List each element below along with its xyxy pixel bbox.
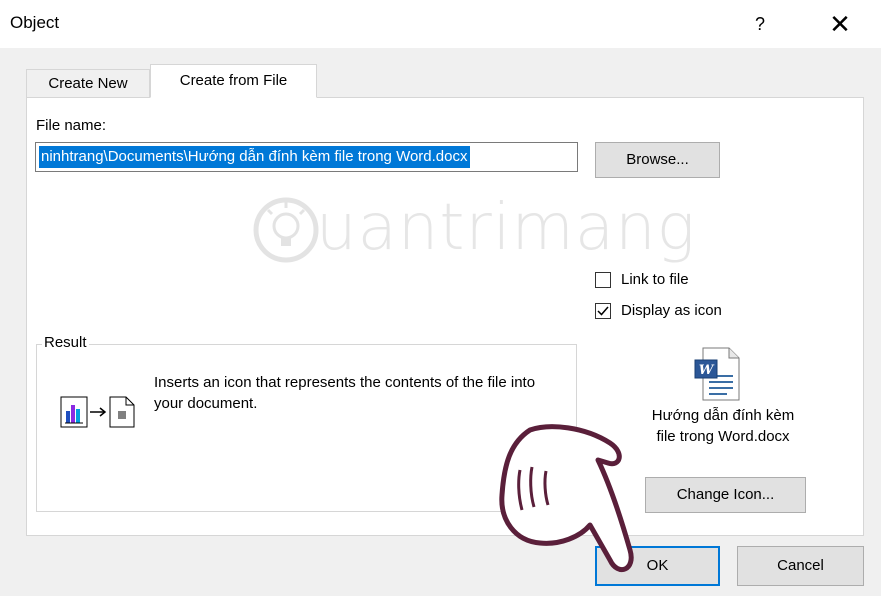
svg-text:W: W	[699, 363, 715, 378]
display-as-icon-label[interactable]: Display as icon	[621, 302, 722, 319]
display-as-icon-checkbox[interactable]	[595, 303, 611, 319]
pointing-hand-icon	[490, 415, 650, 594]
browse-button[interactable]: Browse...	[595, 142, 720, 178]
icon-caption-line-2: file trong Word.docx	[656, 428, 790, 445]
watermark: uantrimang	[250, 188, 695, 268]
watermark-text: uantrimang	[316, 191, 697, 265]
result-diagram	[60, 393, 160, 437]
change-icon-button[interactable]: Change Icon...	[645, 477, 806, 513]
icon-caption-line-1: Hướng dẫn đính kèm	[651, 407, 795, 424]
result-description: Inserts an icon that represents the cont…	[154, 374, 536, 412]
icon-caption: Hướng dẫn đính kèm file trong Word.docx	[623, 405, 823, 447]
file-name-input[interactable]: ninhtrang\Documents\Hướng dẫn đính kèm f…	[35, 142, 578, 172]
file-name-value: ninhtrang\Documents\Hướng dẫn đính kèm f…	[39, 146, 470, 168]
result-title: Result	[42, 334, 89, 351]
help-button[interactable]: ?	[745, 10, 775, 38]
dialog-title: Object	[10, 13, 60, 32]
word-document-icon: W	[693, 346, 741, 406]
link-to-file-label[interactable]: Link to file	[621, 271, 689, 288]
insert-icon-diagram-icon	[60, 396, 135, 428]
tab-create-new[interactable]: Create New	[26, 69, 150, 98]
title-bar: Object ? ✕	[0, 0, 881, 48]
cancel-button[interactable]: Cancel	[737, 546, 864, 586]
tab-create-from-file[interactable]: Create from File	[150, 64, 317, 98]
file-name-label: File name:	[36, 117, 107, 134]
link-to-file-checkbox[interactable]	[595, 272, 611, 288]
checkmark-icon	[597, 306, 609, 316]
close-button[interactable]: ✕	[820, 8, 860, 40]
watermark-logo-icon	[253, 197, 319, 263]
